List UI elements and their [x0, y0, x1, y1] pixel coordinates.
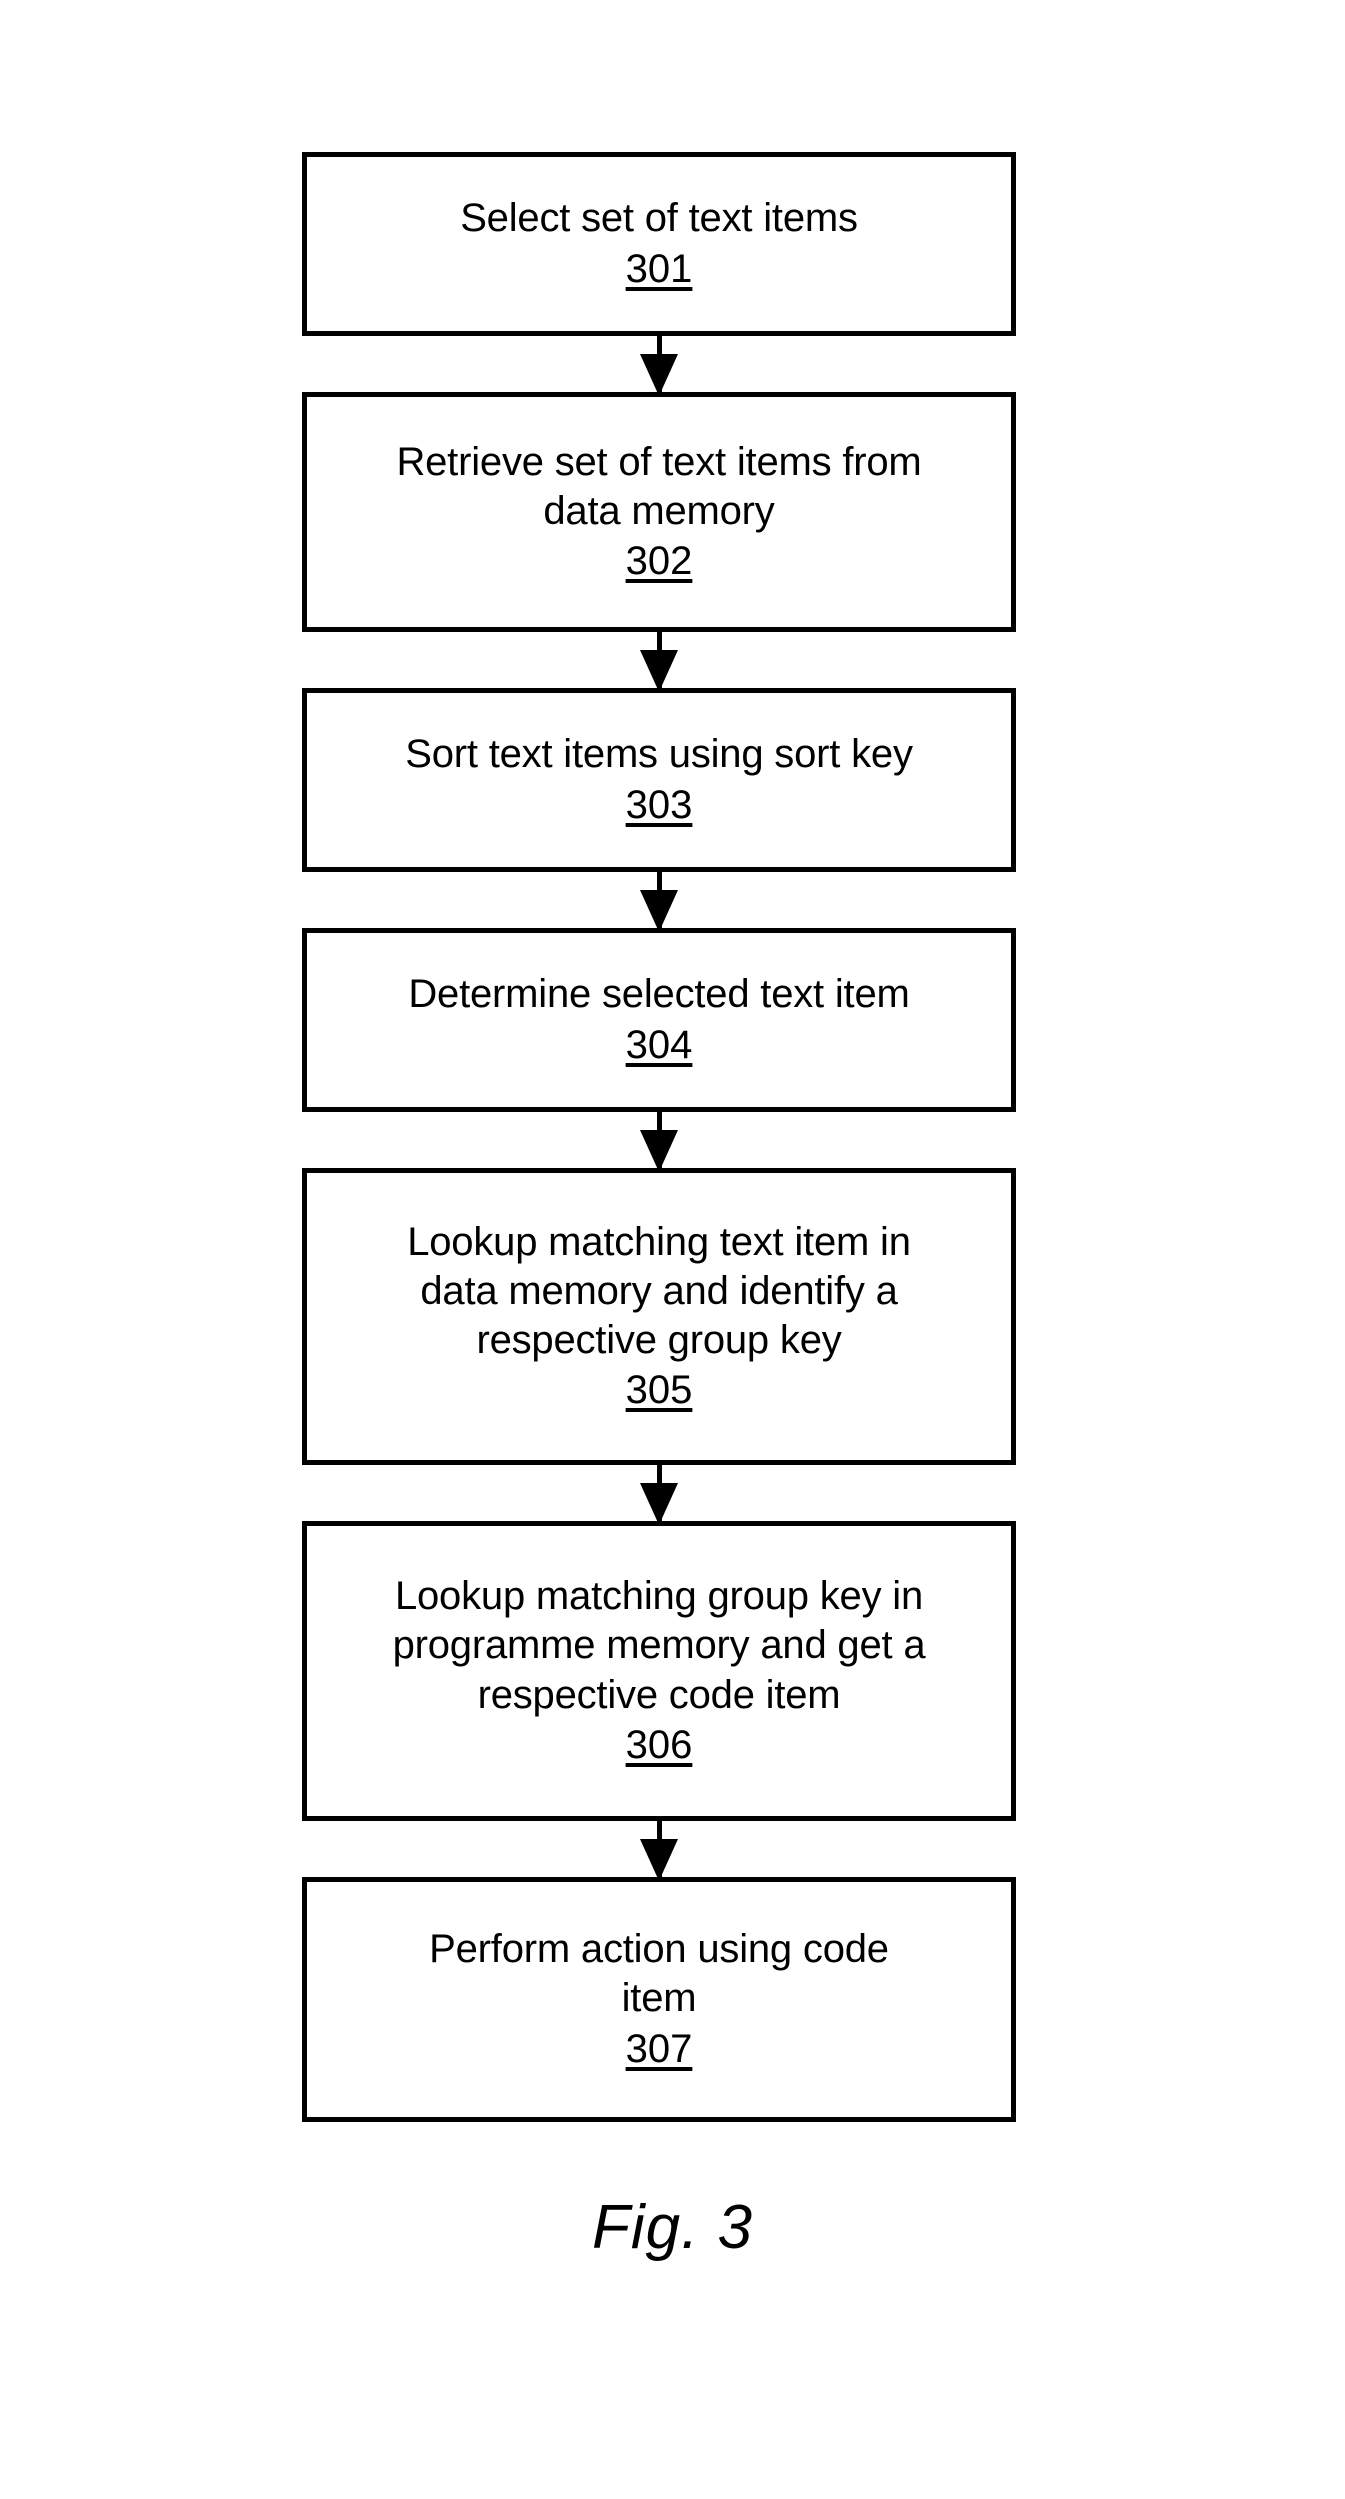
flow-node-label: Select set of text items: [460, 196, 858, 241]
flow-node-label: Lookup matching group key in programme m…: [392, 1574, 926, 1717]
flow-node-label: Lookup matching text item in data memory…: [407, 1219, 911, 1362]
flow-node-reference-number: 306: [625, 1722, 693, 1767]
flow-node-reference-number: 305: [625, 1368, 693, 1413]
flow-node-301: Select set of text items 301: [302, 152, 1016, 336]
flow-node-reference-number: 301: [625, 246, 693, 291]
flow-node-label: Determine selected text item: [408, 972, 910, 1017]
flow-node-304: Determine selected text item 304: [302, 928, 1016, 1112]
connector-305-to-306: [302, 1465, 1016, 1525]
connector-306-to-307: [302, 1821, 1016, 1881]
connector-303-to-304: [302, 872, 1016, 932]
arrow-down-icon: [640, 1483, 678, 1525]
connector-304-to-305: [302, 1112, 1016, 1172]
flow-node-305: Lookup matching text item in data memory…: [302, 1168, 1016, 1465]
arrow-down-icon: [640, 1130, 678, 1172]
flow-node-303: Sort text items using sort key 303: [302, 688, 1016, 872]
figure-caption: Fig. 3: [591, 2193, 754, 2262]
arrow-down-icon: [640, 890, 678, 932]
flow-node-label: Sort text items using sort key: [405, 732, 913, 777]
connector-302-to-303: [302, 632, 1016, 692]
flow-node-reference-number: 307: [625, 2026, 693, 2071]
flow-node-307: Perform action using code item 307: [302, 1877, 1016, 2122]
flowchart: Select set of text items 301 Retrieve se…: [302, 152, 1016, 2122]
flow-node-306: Lookup matching group key in programme m…: [302, 1521, 1016, 1821]
arrow-down-icon: [640, 650, 678, 692]
arrow-down-icon: [640, 354, 678, 396]
flow-node-302: Retrieve set of text items from data mem…: [302, 392, 1016, 632]
flow-node-reference-number: 303: [625, 782, 693, 827]
connector-301-to-302: [302, 336, 1016, 396]
flow-node-reference-number: 302: [625, 539, 693, 584]
flow-node-label: Perform action using code item: [429, 1927, 889, 2021]
flow-node-reference-number: 304: [625, 1022, 693, 1067]
flow-node-label: Retrieve set of text items from data mem…: [396, 439, 922, 533]
figure-page: Select set of text items 301 Retrieve se…: [0, 0, 1345, 2499]
arrow-down-icon: [640, 1839, 678, 1881]
